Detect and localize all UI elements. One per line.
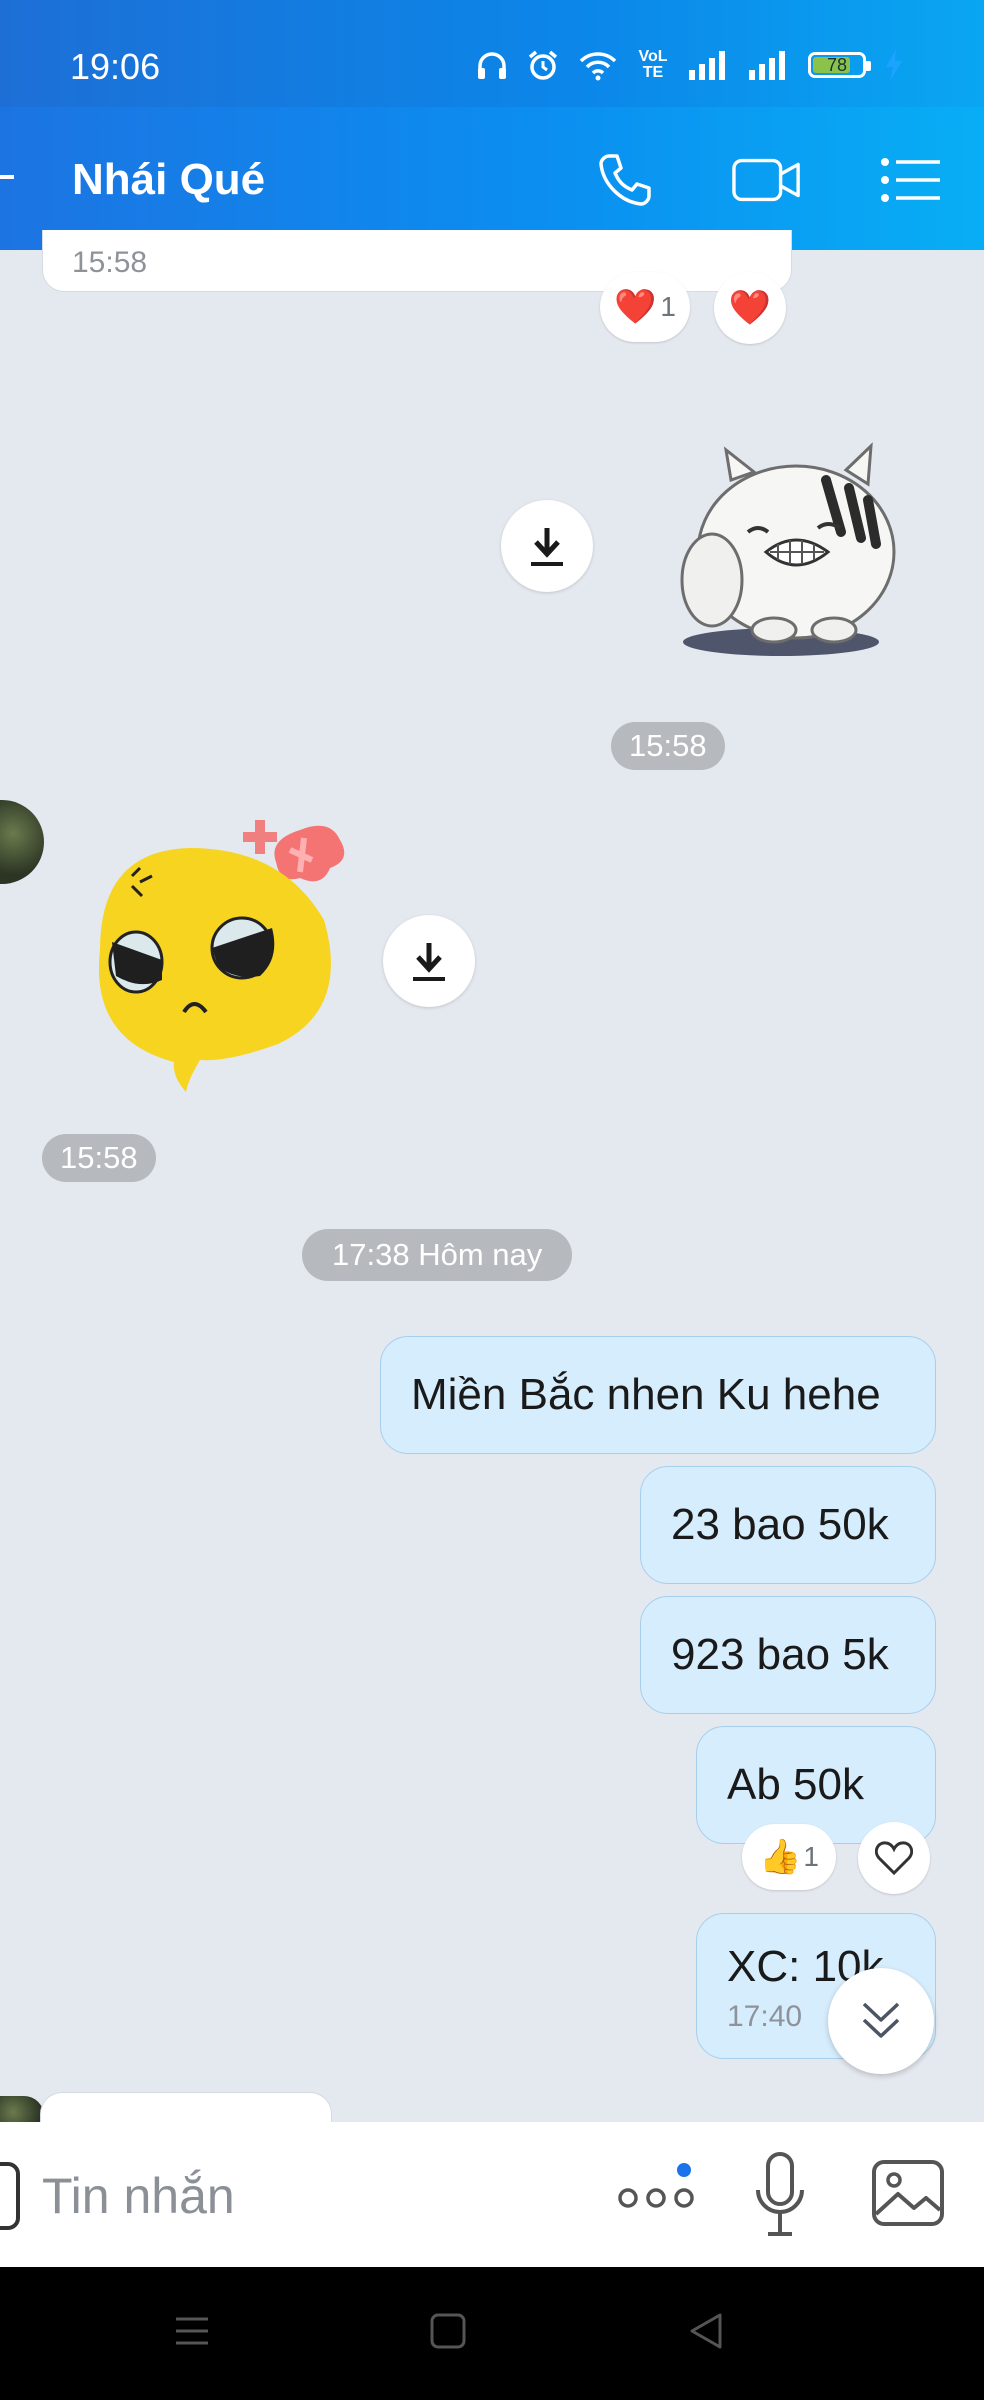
more-options-icon[interactable] (616, 2162, 696, 2232)
recent-apps-icon[interactable] (172, 2311, 212, 2356)
heart-icon: ❤️ (614, 288, 657, 326)
message-input-bar (0, 2122, 984, 2267)
back-icon[interactable] (686, 2311, 726, 2356)
angry-face-sticker[interactable] (60, 810, 360, 1110)
emoji-icon[interactable] (0, 2162, 20, 2230)
signal-icon (749, 51, 785, 80)
wifi-icon (579, 52, 617, 81)
alarm-icon (528, 50, 558, 80)
cat-sticker[interactable] (656, 440, 916, 665)
message-text: Ab 50k (727, 1760, 864, 1809)
status-bar: 19:06 VoLTE 78 (0, 0, 984, 107)
microphone-icon[interactable] (752, 2150, 808, 2240)
outgoing-message[interactable]: 23 bao 50k (640, 1466, 936, 1584)
date-separator: 17:38 Hôm nay (302, 1229, 573, 1281)
charging-icon (886, 49, 902, 81)
reaction-summary[interactable]: 👍 1 (742, 1824, 836, 1890)
scroll-to-bottom-button[interactable] (828, 1968, 934, 2074)
avatar[interactable] (0, 800, 44, 884)
message-time: 15:58 (42, 1134, 156, 1182)
message-input[interactable] (40, 2160, 564, 2232)
reaction-summary[interactable]: ❤️ 1 (600, 272, 690, 342)
message-time: 15:58 (611, 722, 725, 770)
heart-outline-icon (875, 1841, 913, 1875)
heart-icon: ❤️ (728, 289, 772, 327)
image-gallery-icon[interactable] (870, 2158, 946, 2230)
outgoing-message[interactable]: Miền Bắc nhen Ku hehe (380, 1336, 936, 1454)
system-navigation-bar (0, 2267, 984, 2400)
home-icon[interactable] (428, 2311, 468, 2356)
headphones-icon (478, 52, 506, 79)
download-icon (531, 528, 563, 566)
status-time: 19:06 (70, 46, 161, 87)
menu-list-icon[interactable] (876, 145, 946, 215)
video-call-icon[interactable] (732, 145, 802, 215)
message-time: 15:58 (72, 246, 148, 279)
download-button[interactable] (501, 500, 593, 592)
battery-icon: 78 (808, 52, 871, 78)
outgoing-message[interactable]: 923 bao 5k (640, 1596, 936, 1714)
battery-level: 78 (826, 54, 848, 75)
reaction-count: 1 (803, 1841, 819, 1872)
status-icons: VoLTE 78 (476, 48, 904, 82)
heart-react-button[interactable]: ❤️ (714, 272, 786, 344)
back-arrow-icon[interactable] (0, 157, 16, 206)
volte-icon: VoLTE (638, 48, 668, 81)
message-text: 23 bao 50k (671, 1500, 889, 1549)
thumbs-up-icon: 👍 (759, 1838, 802, 1876)
message-text: 923 bao 5k (671, 1630, 889, 1679)
phone-icon[interactable] (590, 145, 660, 215)
chat-header: Nhái Qué (0, 107, 984, 250)
message-text: Miền Bắc nhen Ku hehe (411, 1370, 881, 1419)
reaction-count: 1 (660, 291, 676, 322)
signal-icon (689, 51, 725, 80)
download-button[interactable] (383, 915, 475, 1007)
contact-name[interactable]: Nhái Qué (72, 155, 265, 205)
message-time: 17:40 (727, 2000, 803, 2033)
heart-react-button[interactable] (858, 1822, 930, 1894)
download-icon (413, 943, 445, 981)
double-chevron-down-icon (862, 2002, 900, 2038)
